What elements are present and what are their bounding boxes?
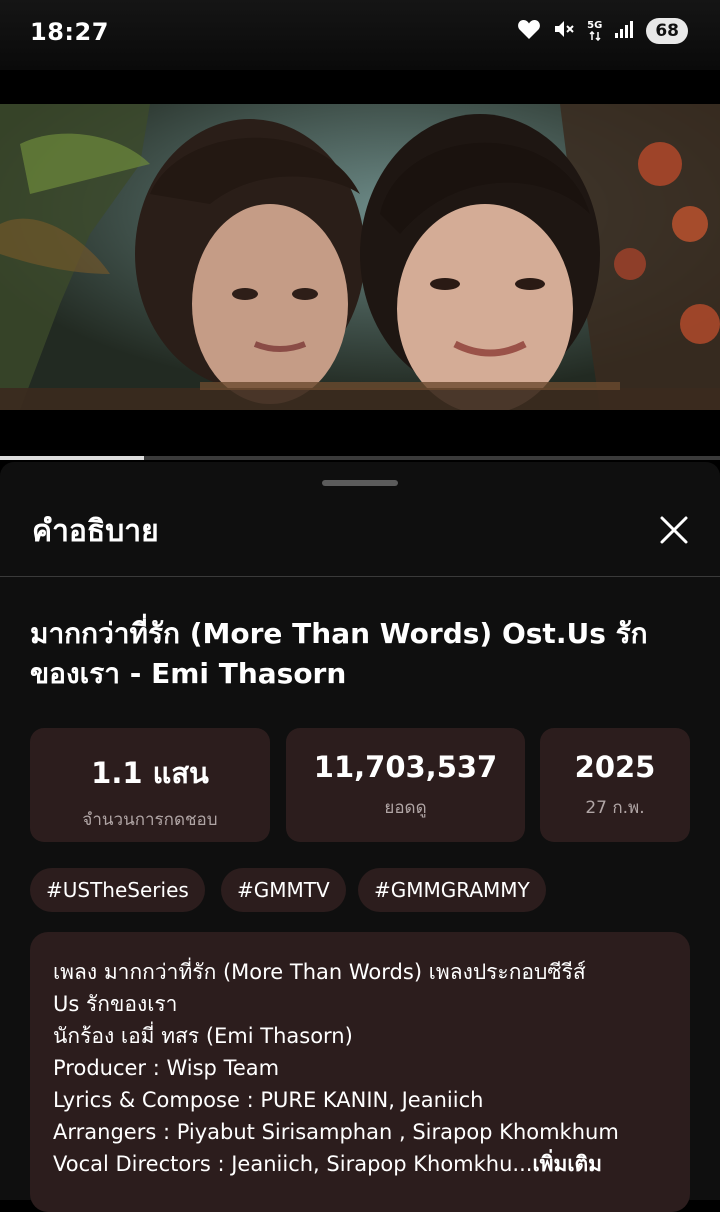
description-line-text: Vocal Directors : Jeaniich, Sirapop Khom…	[53, 1152, 533, 1176]
mute-icon	[553, 18, 575, 44]
views-stat: 11,703,537 ยอดดู	[286, 728, 525, 842]
network-indicator: 5G	[587, 21, 602, 41]
hashtag-chip[interactable]: #GMMTV	[221, 868, 346, 912]
likes-stat: 1.1 แสน จำนวนการกดชอบ	[30, 728, 270, 842]
description-line: Us รักของเรา	[53, 992, 178, 1016]
description-sheet: คำอธิบาย มากกว่าที่รัก (More Than Words)…	[0, 462, 720, 1212]
close-button[interactable]	[650, 506, 698, 554]
status-time: 18:27	[30, 18, 109, 46]
drag-handle[interactable]	[322, 480, 398, 486]
stats-row: 1.1 แสน จำนวนการกดชอบ 11,703,537 ยอดดู 2…	[30, 728, 690, 842]
hashtag-chip[interactable]: #GMMGRAMMY	[358, 868, 546, 912]
views-value: 11,703,537	[313, 750, 498, 784]
description-line: เพลง มากกว่าที่รัก (More Than Words) เพล…	[53, 960, 586, 984]
status-icons: 5G 68	[517, 18, 688, 44]
battery-indicator: 68	[646, 18, 688, 44]
sheet-title: คำอธิบาย	[32, 514, 159, 549]
description-line: Arrangers : Piyabut Sirisamphan , Sirapo…	[53, 1120, 619, 1144]
close-icon	[660, 516, 688, 544]
description-line: นักร้อง เอมี่ ทสร (Emi Thasorn)	[53, 1024, 353, 1048]
divider	[0, 576, 720, 577]
video-still-image	[0, 104, 720, 410]
network-label: 5G	[587, 20, 603, 31]
video-player[interactable]	[0, 70, 720, 462]
likes-value: 1.1 แสน	[91, 756, 209, 790]
hashtag-chip[interactable]: #USTheSeries	[30, 868, 205, 912]
description-line-last: Vocal Directors : Jeaniich, Sirapop Khom…	[53, 1148, 668, 1180]
description-line: Lyrics & Compose : PURE KANIN, Jeaniich	[53, 1088, 484, 1112]
description-line: Producer : Wisp Team	[53, 1056, 280, 1080]
date-stat: 2025 27 ก.พ.	[540, 728, 690, 842]
views-label: ยอดดู	[384, 798, 427, 818]
year-value: 2025	[574, 750, 656, 784]
status-bar: 18:27 5G 68	[0, 0, 720, 70]
signal-icon	[614, 19, 634, 43]
video-title: มากกว่าที่รัก (More Than Words) Ost.Us ร…	[30, 617, 648, 690]
description-box[interactable]: เพลง มากกว่าที่รัก (More Than Words) เพล…	[30, 932, 690, 1212]
heart-icon	[517, 18, 541, 44]
video-progress-bar[interactable]	[0, 456, 720, 460]
date-label: 27 ก.พ.	[585, 798, 645, 818]
show-more-link[interactable]: เพิ่มเติม	[532, 1152, 602, 1176]
video-frame[interactable]	[0, 104, 720, 410]
video-progress-fill	[0, 456, 144, 460]
likes-label: จำนวนการกดชอบ	[82, 810, 218, 830]
